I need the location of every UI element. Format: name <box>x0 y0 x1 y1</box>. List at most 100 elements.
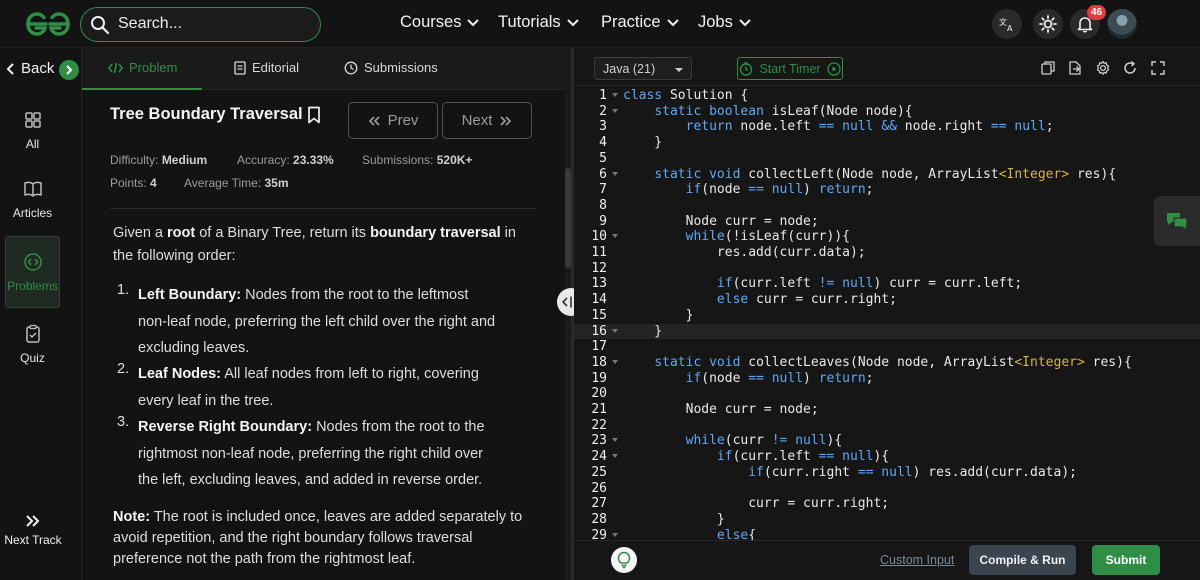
tab-submissions[interactable]: Submissions <box>344 60 438 75</box>
code-line[interactable]: 5 <box>574 151 1200 167</box>
nav-courses[interactable]: Courses <box>400 13 480 32</box>
code-line[interactable]: 10 while(!isLeaf(curr)){ <box>574 229 1200 245</box>
chat-button[interactable] <box>1154 196 1200 246</box>
expand-rail-button[interactable] <box>59 60 79 80</box>
avatar[interactable] <box>1107 9 1137 39</box>
code-line[interactable]: 14 else curr = curr.right; <box>574 292 1200 308</box>
line-number: 7 <box>599 182 607 198</box>
translate-button[interactable]: 文 A <box>992 9 1022 39</box>
theme-toggle-button[interactable] <box>1033 9 1063 39</box>
meta-value: 35m <box>264 176 289 190</box>
import-file-icon[interactable] <box>1067 60 1083 76</box>
line-number: 19 <box>591 370 607 386</box>
next-track-button[interactable]: Next Track <box>0 515 66 547</box>
line-number: 13 <box>591 276 607 292</box>
rail-item-problems[interactable]: Problems <box>5 236 60 308</box>
copy-icon[interactable] <box>1040 60 1056 76</box>
rail-item-articles[interactable]: Articles <box>5 163 60 235</box>
fold-arrow-icon[interactable] <box>612 234 618 239</box>
grid-icon <box>24 111 41 128</box>
left-rail: Back All Articles Problems Quiz Next Tra… <box>0 48 82 580</box>
code-line[interactable]: 29 else{ <box>574 528 1200 540</box>
code-line[interactable]: 23 while(curr != null){ <box>574 433 1200 449</box>
code-line[interactable]: 28 } <box>574 512 1200 528</box>
code-line[interactable]: 1 class Solution { <box>574 88 1200 104</box>
code-line[interactable]: 24 if(curr.left == null){ <box>574 449 1200 465</box>
meta-label: Points: <box>110 176 147 190</box>
fold-arrow-icon[interactable] <box>612 108 618 113</box>
lightbulb-icon <box>617 551 631 569</box>
translate-icon: 文 A <box>999 17 1013 32</box>
language-select[interactable]: Java (21) <box>594 57 692 80</box>
text-fragment: Given a <box>113 225 167 241</box>
code-text: if(curr.left != null) curr = curr.left; <box>716 276 1023 292</box>
problem-tabs: Problem Editorial Submissions <box>82 48 565 90</box>
bookmark-icon[interactable] <box>307 106 321 124</box>
code-text: while(curr != null){ <box>685 433 843 449</box>
code-line[interactable]: 16 } <box>574 323 1200 340</box>
code-line[interactable]: 6 static void collectLeft(Node node, Arr… <box>574 167 1200 183</box>
line-number: 8 <box>599 197 607 213</box>
rail-item-label: Problems <box>7 278 58 293</box>
code-line[interactable]: 27 curr = curr.right; <box>574 496 1200 512</box>
svg-text:A: A <box>1007 24 1013 32</box>
list-text: Left Boundary: Nodes from the root to th… <box>138 282 498 362</box>
rail-item-quiz[interactable]: Quiz <box>5 308 60 380</box>
fold-arrow-icon[interactable] <box>612 328 618 333</box>
submit-button[interactable]: Submit <box>1092 545 1160 575</box>
reset-icon[interactable] <box>1122 60 1138 76</box>
back-button[interactable]: Back <box>6 60 54 77</box>
text-fragment: Reverse Right Boundary: <box>138 419 313 435</box>
code-line[interactable]: 15 } <box>574 308 1200 324</box>
fold-arrow-icon[interactable] <box>612 454 618 459</box>
code-line[interactable]: 4 } <box>574 135 1200 151</box>
nav-jobs[interactable]: Jobs <box>698 13 751 32</box>
code-line[interactable]: 22 <box>574 418 1200 434</box>
tab-label: Problem <box>129 60 178 75</box>
fullscreen-icon[interactable] <box>1150 60 1166 76</box>
fold-arrow-icon[interactable] <box>612 532 618 537</box>
double-chevron-right-icon <box>500 115 512 126</box>
code-text: static void collectLeft(Node node, Array… <box>654 166 1117 182</box>
rail-item-all[interactable]: All <box>5 94 60 166</box>
hint-button[interactable] <box>611 547 637 573</box>
gear-icon[interactable] <box>1095 60 1111 76</box>
fold-arrow-icon[interactable] <box>612 438 618 443</box>
prev-button[interactable]: Prev <box>348 102 438 139</box>
code-line[interactable]: 21 Node curr = node; <box>574 402 1200 418</box>
code-line[interactable]: 17 <box>574 339 1200 355</box>
code-line[interactable]: 9 Node curr = node; <box>574 214 1200 230</box>
start-timer-button[interactable]: Start Timer <box>737 57 843 80</box>
custom-input-link[interactable]: Custom Input <box>880 553 954 567</box>
code-line[interactable]: 11 res.add(curr.data); <box>574 245 1200 261</box>
fold-arrow-icon[interactable] <box>612 93 618 97</box>
line-number: 24 <box>591 449 607 465</box>
compile-run-button[interactable]: Compile & Run <box>969 545 1076 575</box>
nav-tutorials[interactable]: Tutorials <box>498 13 579 32</box>
code-line[interactable]: 18 static void collectLeaves(Node node, … <box>574 355 1200 371</box>
code-line[interactable]: 26 <box>574 481 1200 497</box>
code-editor[interactable]: 1 class Solution {2 static boolean isLeaf… <box>574 88 1200 540</box>
code-line[interactable]: 19 if(node == null) return; <box>574 371 1200 387</box>
code-line[interactable]: 3 return node.left == null && node.right… <box>574 119 1200 135</box>
fold-arrow-icon[interactable] <box>612 171 618 176</box>
code-line[interactable]: 25 if(curr.right == null) res.add(curr.d… <box>574 465 1200 481</box>
rail-item-label: Articles <box>12 205 53 220</box>
nav-practice[interactable]: Practice <box>601 13 679 32</box>
book-icon <box>23 181 42 197</box>
code-line[interactable]: 8 <box>574 198 1200 214</box>
code-line[interactable]: 7 if(node == null) return; <box>574 182 1200 198</box>
search-input[interactable]: Search... <box>80 7 321 42</box>
code-line[interactable]: 13 if(curr.left != null) curr = curr.lef… <box>574 276 1200 292</box>
code-line[interactable]: 2 static boolean isLeaf(Node node){ <box>574 104 1200 120</box>
meta-value: 520K+ <box>436 153 473 167</box>
code-line[interactable]: 12 <box>574 261 1200 277</box>
tab-editorial[interactable]: Editorial <box>234 60 299 75</box>
code-line[interactable]: 20 <box>574 386 1200 402</box>
tab-problem[interactable]: Problem <box>108 60 177 75</box>
fold-arrow-icon[interactable] <box>612 359 618 364</box>
play-icon <box>826 61 841 76</box>
gfg-logo-icon[interactable] <box>24 11 72 37</box>
next-button[interactable]: Next <box>442 102 532 139</box>
line-number: 27 <box>591 496 607 512</box>
